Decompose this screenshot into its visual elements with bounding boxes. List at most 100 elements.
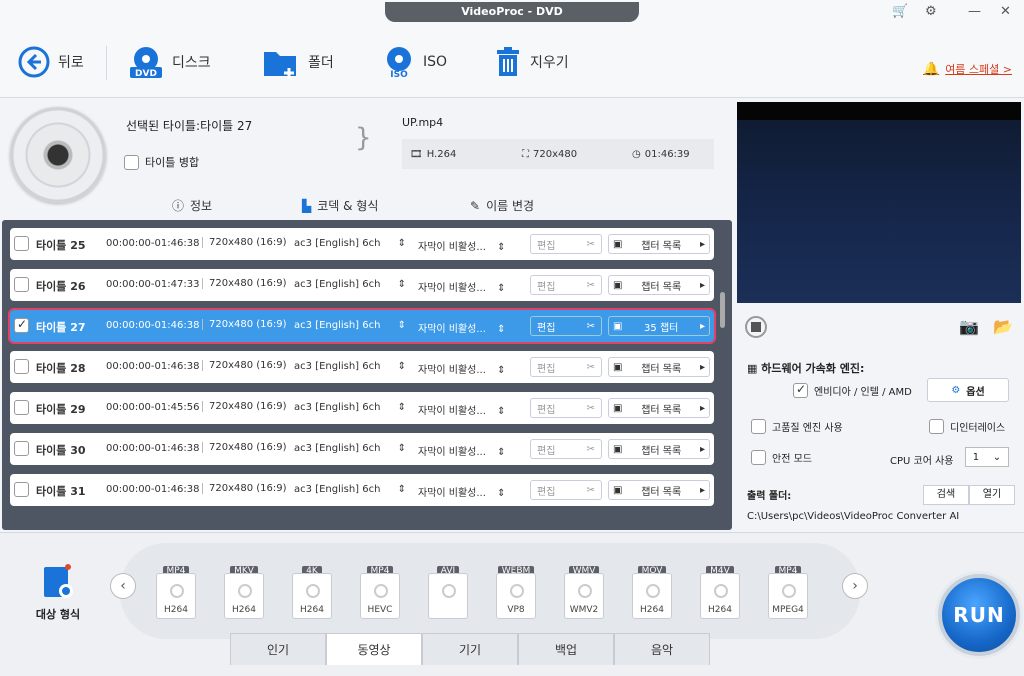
subtitle-select[interactable]: 자막이 비활성... ⇕ (418, 443, 506, 458)
format-item[interactable]: AVI (424, 563, 472, 623)
title-checkbox[interactable] (14, 482, 29, 497)
target-format[interactable]: 대상 형식 (28, 563, 88, 622)
subtitle-select[interactable]: 자막이 비활성... ⇕ (418, 484, 506, 499)
list-scrollbar[interactable] (720, 292, 725, 328)
hq-label: 고품질 엔진 사용 (772, 423, 843, 434)
hq-engine-toggle[interactable]: 고품질 엔진 사용 (751, 419, 843, 434)
title-checkbox[interactable] (14, 400, 29, 415)
folder-button[interactable]: 폴더 (262, 44, 334, 80)
chapter-list-button[interactable]: ▣ 35 챕터 ▸ (608, 316, 710, 336)
scissors-icon: ✂ (586, 402, 595, 414)
scissors-icon: ✂ (586, 443, 595, 455)
title-row[interactable]: 타이틀 28 00:00:00-01:46:38 720x480 (16:9) … (10, 351, 714, 383)
edit-button[interactable]: 편집 ✂ (530, 398, 602, 418)
audio-select[interactable]: ac3 [English] 6ch ⇕ (294, 238, 406, 249)
tab-info[interactable]: ⓘ 정보 (172, 197, 212, 214)
gear-icon[interactable]: ⚙ (925, 4, 937, 19)
format-item[interactable]: WEBM VP8 (492, 563, 540, 623)
option-button[interactable]: ⚙ 옵션 (927, 378, 1009, 402)
title-row[interactable]: 타이틀 30 00:00:00-01:46:38 720x480 (16:9) … (10, 433, 714, 465)
chapter-list-button[interactable]: ▣ 챕터 목록 ▸ (608, 480, 710, 500)
audio-select[interactable]: ac3 [English] 6ch ⇕ (294, 443, 406, 454)
chapter-list-button[interactable]: ▣ 챕터 목록 ▸ (608, 275, 710, 295)
format-item[interactable]: MP4 HEVC (356, 563, 404, 623)
audio-select[interactable]: ac3 [English] 6ch ⇕ (294, 320, 406, 331)
category-tab[interactable]: 동영상 (326, 633, 422, 665)
format-item[interactable]: MP4 H264 (152, 563, 200, 623)
minimize-icon[interactable]: — (968, 4, 981, 19)
category-tab[interactable]: 백업 (518, 633, 614, 665)
safe-mode-toggle[interactable]: 안전 모드 (751, 450, 812, 465)
iso-button[interactable]: ISO ISO (383, 44, 447, 80)
promo-link[interactable]: 🔔 여름 스페셜 > (923, 61, 1012, 77)
edit-button[interactable]: 편집 ✂ (530, 316, 602, 336)
disc-button[interactable]: DVD 디스크 (128, 44, 211, 80)
subtitle-select[interactable]: 자막이 비활성... ⇕ (418, 361, 506, 376)
edit-button[interactable]: 편집 ✂ (530, 357, 602, 377)
chapter-list-button[interactable]: ▣ 챕터 목록 ▸ (608, 357, 710, 377)
back-button[interactable]: 뒤로 (18, 44, 84, 80)
category-tab[interactable]: 기기 (422, 633, 518, 665)
audio-select[interactable]: ac3 [English] 6ch ⇕ (294, 402, 406, 413)
open-button[interactable]: 열기 (969, 485, 1015, 505)
deinterlace-checkbox[interactable] (929, 419, 944, 434)
subtitle-select[interactable]: 자막이 비활성... ⇕ (418, 402, 506, 417)
title-row[interactable]: 타이틀 31 00:00:00-01:46:38 720x480 (16:9) … (10, 474, 714, 506)
subtitle-select[interactable]: 자막이 비활성... ⇕ (418, 238, 506, 253)
deinterlace-toggle[interactable]: 디인터레이스 (929, 419, 1005, 434)
camera-icon[interactable]: 📷 (959, 317, 979, 336)
run-button[interactable]: RUN (938, 574, 1020, 656)
title-checkbox[interactable] (14, 441, 29, 456)
stop-button[interactable] (745, 316, 767, 338)
cpu-core-select[interactable]: 1 ⌄ (965, 447, 1009, 467)
browse-button[interactable]: 검색 (923, 485, 969, 505)
chapter-list-button[interactable]: ▣ 챕터 목록 ▸ (608, 439, 710, 459)
title-row[interactable]: 타이틀 26 00:00:00-01:47:33 720x480 (16:9) … (10, 269, 714, 301)
edit-button[interactable]: 편집 ✂ (530, 480, 602, 500)
title-resolution: 720x480 (16:9) (202, 442, 287, 453)
delete-button[interactable]: 지우기 (494, 44, 569, 80)
title-checkbox[interactable] (14, 359, 29, 374)
title-row[interactable]: 타이틀 29 00:00:00-01:45:56 720x480 (16:9) … (10, 392, 714, 424)
format-codec: H264 (300, 605, 324, 615)
format-carousel: MP4 H264 MKV H264 4K H264 MP4 HEVC AVI WEBM … (120, 543, 860, 639)
audio-select[interactable]: ac3 [English] 6ch ⇕ (294, 484, 406, 495)
merge-titles-toggle[interactable]: 타이틀 병합 (124, 154, 199, 170)
hardware-panel: ▦ 하드웨어 가속화 엔진: 엔비디아 / 인텔 / AMD ⚙ 옵션 고품질 엔… (737, 345, 1021, 530)
audio-select[interactable]: ac3 [English] 6ch ⇕ (294, 279, 406, 290)
title-checkbox[interactable] (14, 277, 29, 292)
edit-button[interactable]: 편집 ✂ (530, 439, 602, 459)
safe-mode-checkbox[interactable] (751, 450, 766, 465)
subtitle-select[interactable]: 자막이 비활성... ⇕ (418, 279, 506, 294)
audio-select[interactable]: ac3 [English] 6ch ⇕ (294, 361, 406, 372)
title-checkbox[interactable] (14, 236, 29, 251)
hq-checkbox[interactable] (751, 419, 766, 434)
format-item[interactable]: MP4 MPEG4 (764, 563, 812, 623)
chapter-list-button[interactable]: ▣ 챕터 목록 ▸ (608, 398, 710, 418)
folder-open-icon[interactable]: 📂 (993, 317, 1013, 336)
hw-title-label: 하드웨어 가속화 엔진: (761, 362, 865, 375)
merge-checkbox[interactable] (124, 154, 139, 170)
chapter-list-button[interactable]: ▣ 챕터 목록 ▸ (608, 234, 710, 254)
format-item[interactable]: MKV H264 (220, 563, 268, 623)
nvidia-toggle[interactable]: 엔비디아 / 인텔 / AMD (793, 382, 912, 398)
tab-rename[interactable]: ✎ 이름 변경 (470, 197, 534, 214)
edit-button[interactable]: 편집 ✂ (530, 275, 602, 295)
close-icon[interactable]: ✕ (1000, 4, 1011, 19)
edit-button[interactable]: 편집 ✂ (530, 234, 602, 254)
category-tab[interactable]: 인기 (230, 633, 326, 665)
title-row[interactable]: 타이틀 25 00:00:00-01:46:38 720x480 (16:9) … (10, 228, 714, 260)
title-checkbox[interactable] (14, 317, 29, 333)
prev-format-button[interactable]: ‹ (110, 573, 136, 599)
format-item[interactable]: 4K H264 (288, 563, 336, 623)
format-item[interactable]: WMV WMV2 (560, 563, 608, 623)
cart-icon[interactable]: 🛒 (892, 4, 908, 19)
format-item[interactable]: MOV H264 (628, 563, 676, 623)
subtitle-select[interactable]: 자막이 비활성... ⇕ (418, 320, 506, 335)
nvidia-checkbox[interactable] (793, 382, 808, 398)
tab-codec-format[interactable]: ▙ 코덱 & 형식 (302, 197, 378, 214)
category-tab[interactable]: 음악 (614, 633, 710, 665)
title-row[interactable]: 타이틀 27 00:00:00-01:46:38 720x480 (16:9) … (8, 308, 716, 344)
format-item[interactable]: M4V H264 (696, 563, 744, 623)
next-format-button[interactable]: › (842, 573, 868, 599)
